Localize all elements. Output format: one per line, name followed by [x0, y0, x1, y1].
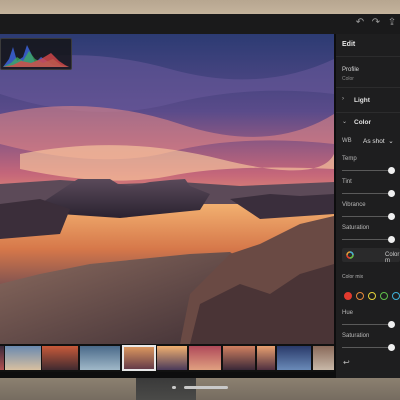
- desk-surface: [0, 378, 400, 400]
- color-mixer-label: Color m: [385, 252, 400, 264]
- profile-value[interactable]: Color: [342, 76, 354, 82]
- color-mix-label: Color mix: [342, 274, 364, 280]
- section-light[interactable]: Light: [354, 97, 370, 104]
- color-swatch[interactable]: [356, 292, 364, 300]
- filmstrip-thumbnail[interactable]: [122, 345, 156, 371]
- temp-slider-track[interactable]: [342, 170, 394, 171]
- filmstrip-thumbnail[interactable]: [277, 346, 311, 370]
- divider: [336, 56, 400, 57]
- histogram: [0, 38, 72, 70]
- divider: [336, 87, 400, 88]
- color-swatch[interactable]: [368, 292, 376, 300]
- temp-slider-knob[interactable]: [387, 167, 395, 174]
- filmstrip-thumbnail[interactable]: [257, 346, 275, 370]
- filmstrip-thumbnail[interactable]: [189, 346, 221, 370]
- tint-slider-knob[interactable]: [387, 190, 395, 197]
- saturation-slider-track[interactable]: [342, 347, 394, 348]
- filmstrip-thumbnail[interactable]: [157, 346, 187, 370]
- profile-label: Profile: [342, 67, 360, 73]
- top-toolbar: ↶ ↷ ⇪: [0, 14, 400, 34]
- tint-label: Tint: [342, 179, 352, 185]
- chevron-down-icon[interactable]: ⌄: [342, 118, 347, 125]
- filmstrip-thumbnail[interactable]: [313, 346, 334, 370]
- page-dot: [172, 386, 176, 389]
- home-indicator: [184, 386, 228, 389]
- color-mixer-button[interactable]: Color m: [342, 248, 400, 264]
- filmstrip-thumbnail[interactable]: [0, 346, 4, 370]
- hue-slider-track[interactable]: [342, 324, 394, 325]
- vibrance-slider-track[interactable]: [342, 216, 394, 217]
- panel-title: Edit: [342, 41, 356, 48]
- share-icon[interactable]: ⇪: [386, 17, 398, 29]
- redo-icon[interactable]: ↷: [370, 17, 382, 29]
- filmstrip-thumbnail[interactable]: [223, 346, 255, 370]
- wb-value: As shot: [363, 138, 385, 145]
- wb-dropdown[interactable]: As shot ⌄: [363, 137, 394, 145]
- color-swatch[interactable]: [392, 292, 400, 300]
- saturation-slider-track[interactable]: [342, 239, 394, 240]
- reset-icon[interactable]: ↩: [343, 358, 350, 367]
- hue-slider-knob[interactable]: [387, 321, 395, 328]
- vibrance-label: Vibrance: [342, 202, 366, 208]
- monitor-stand: [136, 378, 196, 400]
- color-wheel-icon: [346, 251, 354, 259]
- saturation-label: Saturation: [342, 333, 370, 339]
- color-swatch[interactable]: [380, 292, 388, 300]
- wall-background: [0, 0, 400, 14]
- filmstrip-thumbnail[interactable]: [5, 346, 41, 370]
- saturation-slider-knob[interactable]: [387, 344, 395, 351]
- undo-icon[interactable]: ↶: [354, 17, 366, 29]
- chevron-right-icon[interactable]: ›: [342, 96, 344, 102]
- temp-label: Temp: [342, 156, 357, 162]
- tint-slider-track[interactable]: [342, 193, 394, 194]
- filmstrip: [0, 344, 334, 372]
- hue-label: Hue: [342, 310, 354, 316]
- section-color[interactable]: Color: [354, 119, 371, 126]
- vibrance-slider-knob[interactable]: [387, 213, 395, 220]
- chevron-down-icon: ⌄: [386, 138, 394, 145]
- main-photo: [0, 34, 334, 344]
- edit-panel: Edit Profile Color › Light ⌄ Color WB As…: [336, 34, 400, 378]
- filmstrip-thumbnail[interactable]: [80, 346, 120, 370]
- saturation-label: Saturation: [342, 225, 370, 231]
- divider: [336, 112, 400, 113]
- saturation-slider-knob[interactable]: [387, 236, 395, 243]
- wb-label: WB: [342, 138, 352, 144]
- filmstrip-thumbnail[interactable]: [42, 346, 78, 370]
- color-swatch[interactable]: [344, 292, 352, 300]
